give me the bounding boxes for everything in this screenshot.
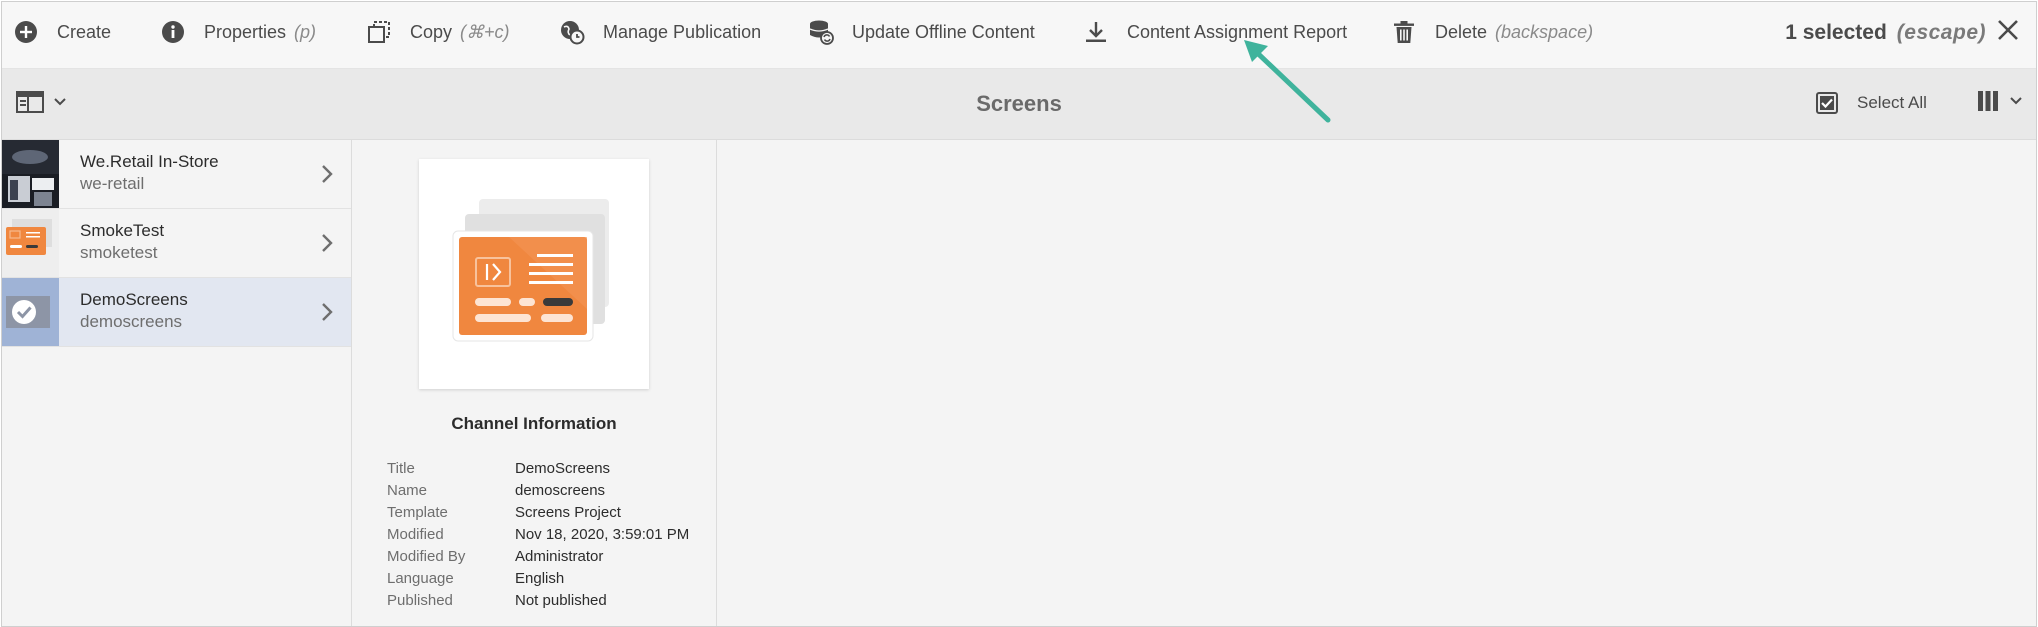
meta-key: Language [387, 570, 454, 587]
copy-icon [366, 19, 392, 45]
item-name: smoketest [80, 243, 158, 262]
selection-count: 1 selected [1785, 21, 1887, 44]
properties-shortcut: (p) [294, 21, 317, 42]
thumbnail [2, 278, 59, 346]
meta-key: Name [387, 482, 428, 499]
preview-heading: Channel Information [451, 414, 617, 433]
item-name: demoscreens [80, 312, 183, 331]
manage-publication-button[interactable]: Manage Publication [559, 2, 761, 62]
escape-hint: (escape) [1896, 21, 1986, 44]
view-switcher-button[interactable] [1976, 89, 2022, 113]
action-bar: Create Properties (p) Copy (⌘+c) Manage … [2, 2, 2036, 69]
meta-value: DemoScreens [515, 460, 611, 477]
meta-key: Modified [387, 526, 444, 543]
meta-value: English [515, 570, 565, 587]
meta-value: Not published [515, 592, 607, 609]
list-item-we-retail[interactable]: We.Retail In-Store we-retail [2, 140, 351, 209]
channel-illustration [452, 199, 609, 342]
properties-button[interactable]: Properties (p) [160, 2, 316, 62]
delete-label: Delete [1435, 21, 1488, 42]
meta-value: Administrator [515, 548, 604, 565]
manage-publication-label: Manage Publication [603, 21, 762, 42]
select-all-label: Select All [1857, 93, 1927, 112]
close-icon [1998, 20, 2018, 40]
project-column: We.Retail In-Store we-retail SmokeTest s… [2, 140, 352, 626]
meta-key: Template [387, 504, 448, 521]
list-item-smoketest[interactable]: SmokeTest smoketest [2, 209, 351, 278]
select-all-button[interactable]: Select All [1815, 87, 1927, 119]
info-circle-icon [160, 19, 186, 45]
column-view-icon [1978, 91, 1998, 111]
preview-column: Channel Information Title DemoScreens Nam… [352, 140, 717, 626]
item-name: we-retail [80, 174, 145, 193]
create-label: Create [57, 21, 112, 42]
chevron-down-icon [2010, 97, 2022, 105]
delete-button[interactable]: Delete (backspace) [1391, 2, 1593, 62]
page-title: Screens [976, 91, 1062, 116]
meta-key: Modified By [387, 548, 466, 565]
copy-button[interactable]: Copy (⌘+c) [366, 2, 510, 62]
meta-row-title: Title DemoScreens [387, 460, 707, 482]
database-sync-icon [808, 19, 834, 45]
meta-key: Published [387, 592, 453, 609]
meta-value: Nov 18, 2020, 3:59:01 PM [515, 526, 690, 543]
list-item-demoscreens[interactable]: DemoScreens demoscreens [2, 278, 351, 347]
meta-key: Title [387, 460, 415, 477]
title-bar: Screens Select All [2, 69, 2036, 140]
properties-label: Properties [204, 21, 287, 42]
content-assignment-report-button[interactable]: Content Assignment Report [1083, 2, 1347, 62]
content-assignment-report-label: Content Assignment Report [1127, 21, 1348, 42]
meta-row-modified: Modified Nov 18, 2020, 3:59:01 PM [387, 526, 707, 548]
trash-icon [1391, 19, 1417, 45]
selection-status: 1 selected (escape) [1785, 2, 1986, 64]
copy-label: Copy [410, 21, 453, 42]
item-title: DemoScreens [80, 290, 188, 309]
meta-value: Screens Project [515, 504, 621, 521]
close-selection-button[interactable] [1996, 18, 2024, 46]
meta-row-template: Template Screens Project [387, 504, 707, 526]
item-title: We.Retail In-Store [80, 152, 219, 171]
meta-row-language: Language English [387, 570, 707, 592]
meta-row-published: Published Not published [387, 592, 707, 614]
meta-value: demoscreens [515, 482, 606, 499]
thumbnail [2, 209, 59, 277]
update-offline-content-label: Update Offline Content [852, 21, 1035, 42]
download-icon [1083, 19, 1109, 45]
thumbnail [2, 140, 59, 208]
delete-shortcut: (backspace) [1495, 21, 1594, 42]
meta-row-name: Name demoscreens [387, 482, 707, 504]
chevron-right-icon [322, 303, 333, 321]
plus-circle-icon [13, 19, 39, 45]
chevron-right-icon [322, 165, 333, 183]
meta-row-modified-by: Modified By Administrator [387, 548, 707, 570]
item-title: SmokeTest [80, 221, 165, 240]
metadata-list: Title DemoScreens Name demoscreens Templat… [387, 460, 707, 614]
update-offline-content-button[interactable]: Update Offline Content [808, 2, 1035, 62]
globe-clock-icon [559, 19, 585, 45]
app-frame: Create Properties (p) Copy (⌘+c) Manage … [1, 1, 2037, 627]
chevron-right-icon [322, 234, 333, 252]
create-button[interactable]: Create [13, 2, 111, 62]
copy-shortcut: (⌘+c) [460, 21, 510, 42]
checkbox-icon [1816, 92, 1838, 114]
channel-thumbnail [419, 159, 649, 389]
